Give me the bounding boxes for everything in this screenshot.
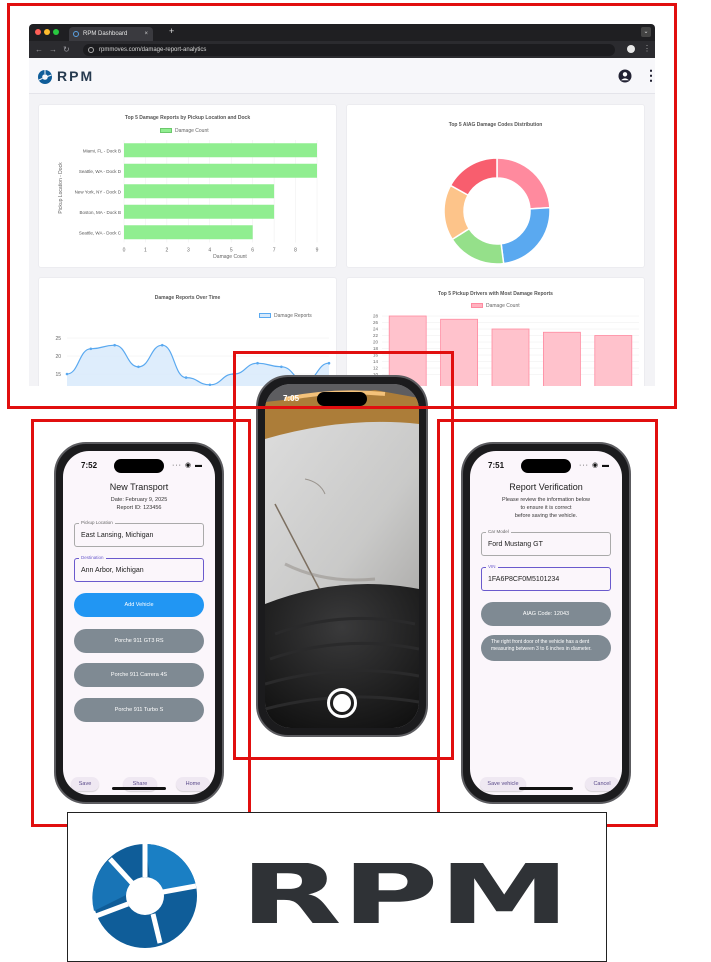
logo-panel: RPM xyxy=(67,812,607,962)
logo-text: RPM xyxy=(240,863,570,927)
highlight-box-verification xyxy=(437,419,658,827)
highlight-box-dashboard xyxy=(7,3,677,409)
highlight-box-camera xyxy=(233,351,454,760)
rpm-logo-large-icon xyxy=(92,844,197,948)
rpm-wordmark: RPM xyxy=(240,863,570,927)
highlight-box-new-transport xyxy=(31,419,251,827)
